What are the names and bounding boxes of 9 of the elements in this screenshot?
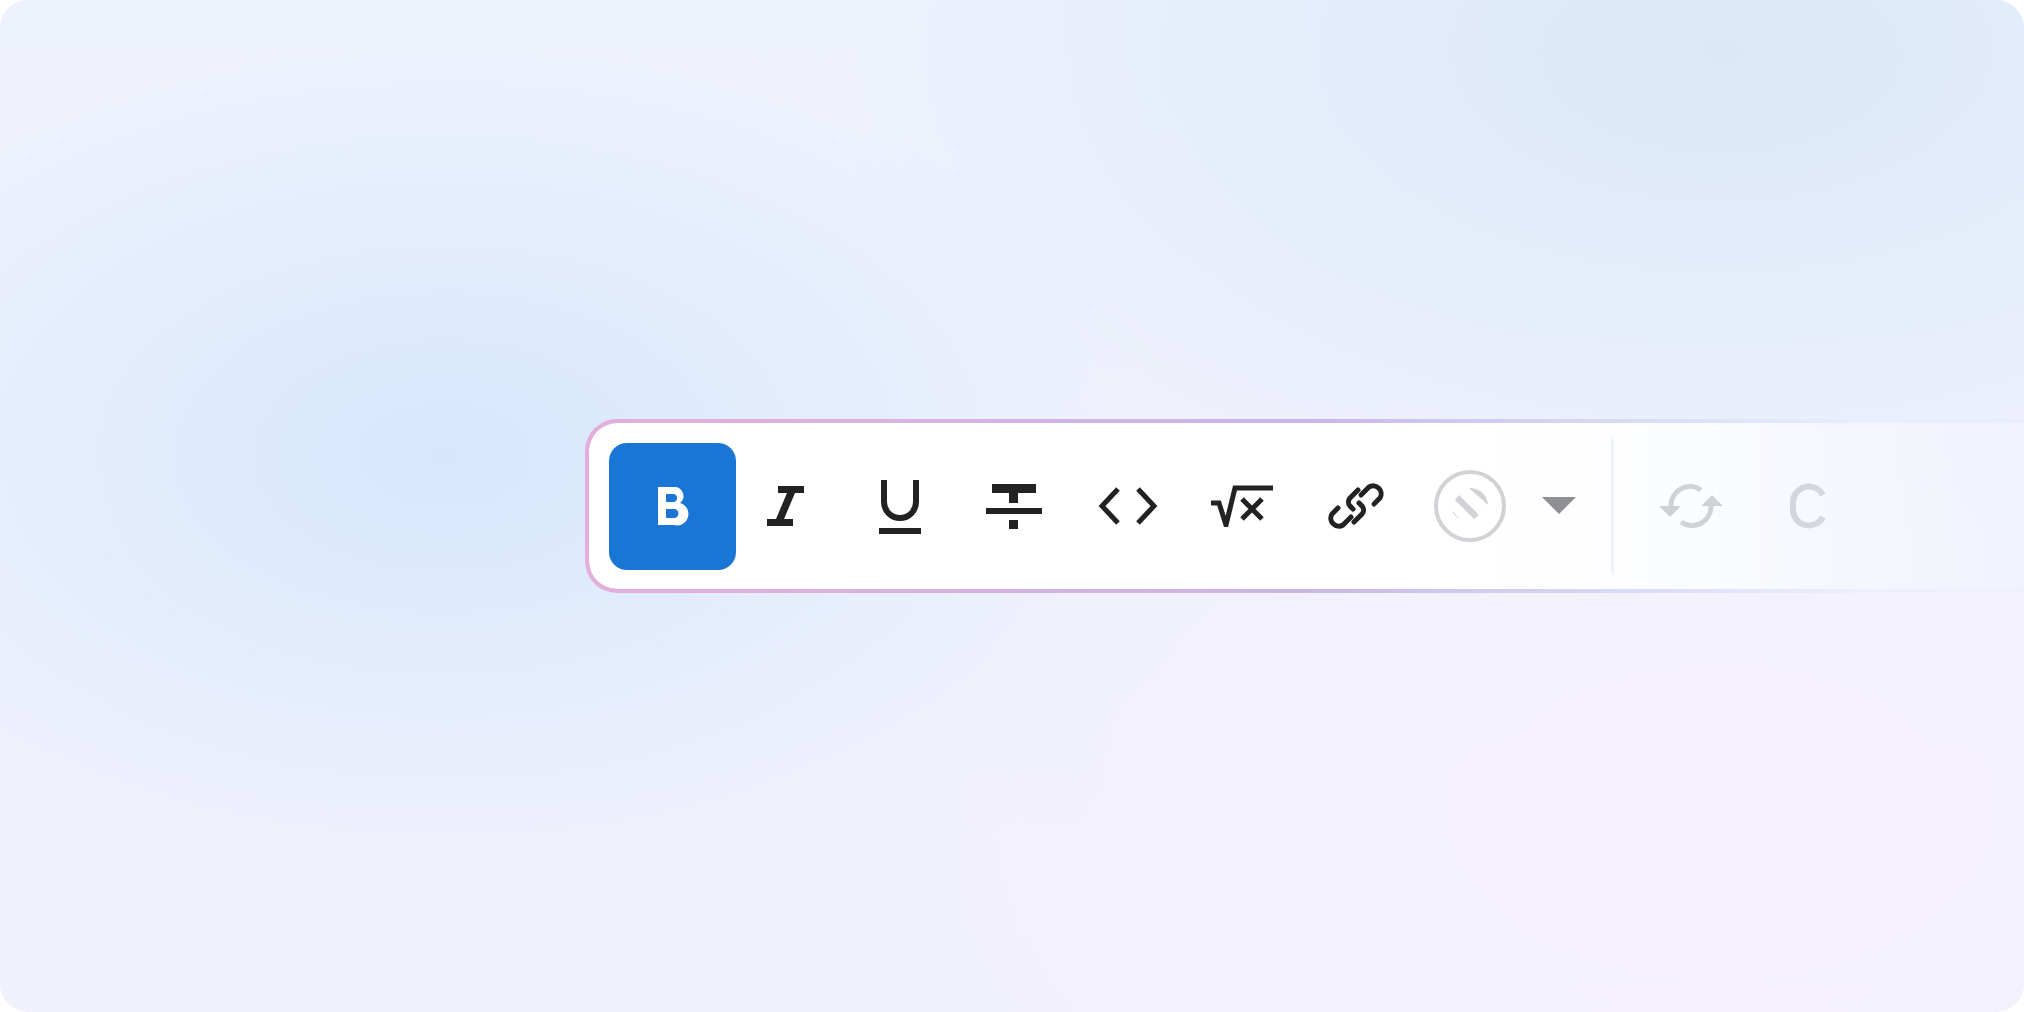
caret-icon — [1542, 497, 1576, 515]
highlight-icon — [1433, 469, 1507, 543]
square-root-icon — [1211, 485, 1273, 527]
bold-button[interactable] — [609, 442, 736, 570]
bold-icon — [655, 485, 690, 527]
underline-icon — [878, 478, 922, 534]
strikethrough-icon — [986, 482, 1042, 530]
italic-icon — [766, 484, 806, 528]
code-icon — [1098, 486, 1158, 526]
